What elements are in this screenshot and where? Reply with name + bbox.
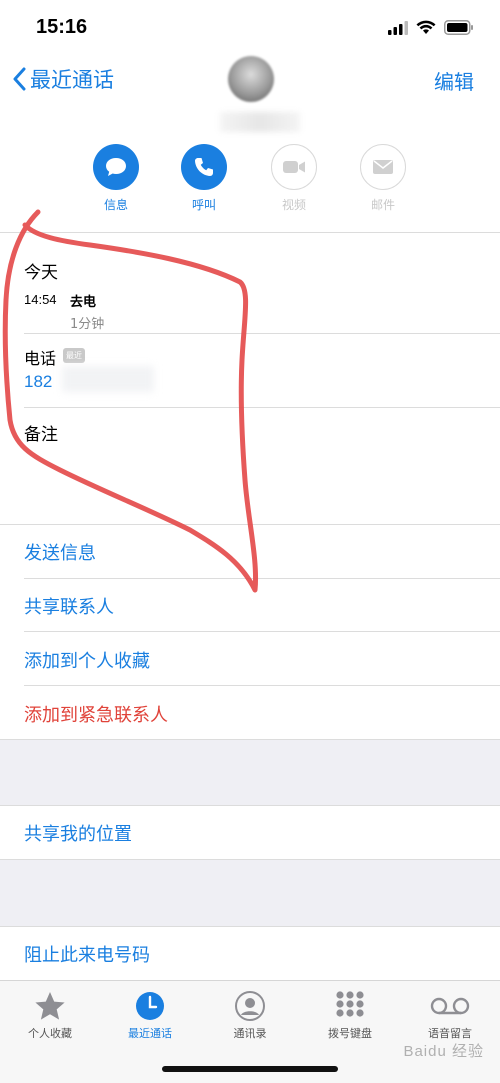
- tab-voicemail[interactable]: 语音留言: [405, 989, 495, 1041]
- star-icon: [5, 989, 95, 1023]
- wifi-icon: [416, 20, 436, 34]
- tab-label: 语音留言: [428, 1027, 472, 1040]
- phone-icon: [181, 144, 227, 190]
- mail-icon: [360, 144, 406, 190]
- add-emergency-contact-link[interactable]: 添加到紧急联系人: [24, 701, 168, 727]
- phone-number-blurred: [62, 366, 154, 392]
- message-icon: [93, 144, 139, 190]
- divider: [24, 685, 500, 686]
- call-action-label: 呼叫: [191, 198, 216, 212]
- home-indicator: [162, 1066, 338, 1072]
- message-action[interactable]: 信息: [81, 144, 151, 213]
- call-type: 去电: [70, 295, 97, 310]
- status-bar: 15:16: [0, 0, 500, 56]
- divider: [0, 232, 500, 233]
- call-action[interactable]: 呼叫: [169, 144, 239, 213]
- tab-label: 个人收藏: [28, 1027, 72, 1040]
- divider: [24, 333, 500, 334]
- tab-recents[interactable]: 最近通话: [105, 989, 195, 1041]
- navigation-bar: 最近通话 编辑: [0, 56, 500, 104]
- tab-contacts[interactable]: 通讯录: [205, 989, 295, 1041]
- keypad-icon: [305, 989, 395, 1023]
- back-label: 最近通话: [30, 68, 114, 92]
- battery-icon: [444, 20, 473, 35]
- video-action[interactable]: 视频: [259, 144, 329, 213]
- message-action-label: 信息: [103, 198, 128, 212]
- divider: [24, 578, 500, 579]
- action-row: 信息 呼叫 视频 邮件: [0, 144, 500, 230]
- recent-calls-header: 今天: [24, 263, 58, 283]
- avatar[interactable]: [228, 56, 274, 102]
- share-contact-link[interactable]: 共享联系人: [24, 593, 114, 619]
- divider: [24, 631, 500, 632]
- contact-name-blurred: [220, 112, 300, 132]
- back-button[interactable]: 最近通话: [12, 64, 114, 94]
- add-to-favorites-link[interactable]: 添加到个人收藏: [24, 647, 150, 673]
- send-message-link[interactable]: 发送信息: [24, 539, 96, 565]
- clock-icon: [105, 989, 195, 1023]
- tab-label: 通讯录: [233, 1027, 267, 1040]
- call-time: 14:54: [24, 292, 57, 307]
- tab-favorites[interactable]: 个人收藏: [5, 989, 95, 1041]
- divider: [24, 407, 500, 408]
- phone-label: 电话: [24, 349, 57, 368]
- tab-keypad[interactable]: 拨号键盘: [305, 989, 395, 1041]
- section-spacer: [0, 859, 500, 927]
- section-spacer: [0, 739, 500, 806]
- cellular-signal-icon: [388, 20, 408, 35]
- tab-label: 拨号键盘: [328, 1027, 372, 1040]
- edit-button[interactable]: 编辑: [434, 66, 474, 95]
- recent-badge: 最近: [63, 348, 85, 363]
- video-action-label: 视频: [281, 198, 306, 212]
- notes-field[interactable]: 备注: [24, 420, 58, 445]
- voicemail-icon: [405, 989, 495, 1023]
- chevron-left-icon: [13, 67, 26, 91]
- watermark: Baidu 经验: [403, 1043, 484, 1060]
- status-time: 15:16: [36, 16, 88, 38]
- call-duration: 1分钟: [70, 317, 105, 332]
- mail-action[interactable]: 邮件: [348, 144, 418, 213]
- tab-label: 最近通话: [128, 1027, 172, 1040]
- divider: [0, 524, 500, 525]
- video-icon: [271, 144, 317, 190]
- share-location-link[interactable]: 共享我的位置: [24, 820, 132, 846]
- contacts-icon: [205, 989, 295, 1023]
- phone-number[interactable]: 182: [24, 372, 52, 392]
- status-icons: [388, 20, 474, 35]
- mail-action-label: 邮件: [370, 198, 395, 212]
- block-caller-link[interactable]: 阻止此来电号码: [24, 941, 150, 967]
